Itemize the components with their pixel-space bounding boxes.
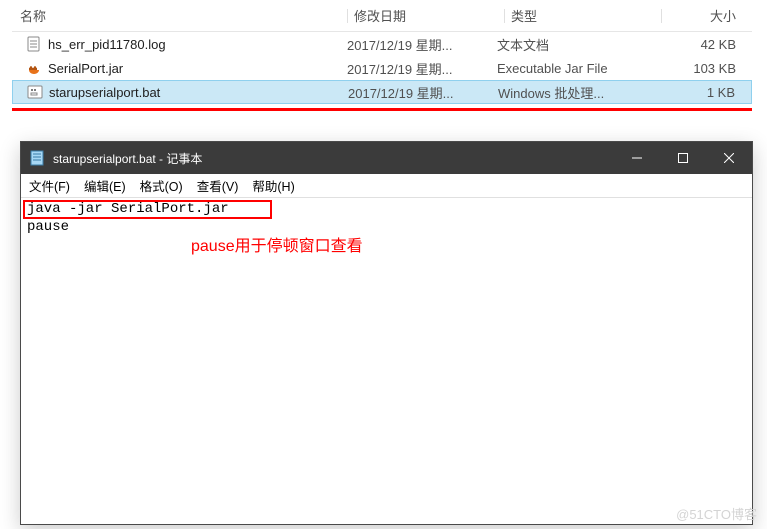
notepad-editor-area[interactable]: java -jar SerialPort.jar pause pause用于停顿… bbox=[21, 198, 752, 524]
file-row-selected[interactable]: starupserialport.bat 2017/12/19 星期... Wi… bbox=[12, 80, 752, 104]
close-button[interactable] bbox=[706, 142, 752, 174]
file-type: Executable Jar File bbox=[497, 61, 647, 76]
column-headers-row: 名称 修改日期 类型 大小 bbox=[12, 6, 752, 32]
notepad-app-icon bbox=[29, 150, 45, 166]
header-size[interactable]: 大小 bbox=[710, 9, 736, 24]
file-size: 42 KB bbox=[647, 37, 752, 52]
file-date: 2017/12/19 星期... bbox=[348, 83, 498, 102]
menu-view[interactable]: 查看(V) bbox=[197, 176, 239, 195]
header-divider bbox=[661, 9, 662, 23]
file-date: 2017/12/19 星期... bbox=[347, 59, 497, 78]
file-size: 1 KB bbox=[648, 85, 751, 100]
menu-help[interactable]: 帮助(H) bbox=[252, 176, 294, 195]
menu-file[interactable]: 文件(F) bbox=[29, 176, 70, 195]
file-row[interactable]: hs_err_pid11780.log 2017/12/19 星期... 文本文… bbox=[12, 32, 752, 56]
file-row[interactable]: SerialPort.jar 2017/12/19 星期... Executab… bbox=[12, 56, 752, 80]
minimize-button[interactable] bbox=[614, 142, 660, 174]
header-divider bbox=[504, 9, 505, 23]
annotation-text: pause用于停顿窗口查看 bbox=[191, 238, 363, 256]
window-title: starupserialport.bat - 记事本 bbox=[53, 150, 614, 167]
file-name: hs_err_pid11780.log bbox=[48, 37, 166, 52]
editor-line: java -jar SerialPort.jar bbox=[25, 200, 748, 218]
menu-edit[interactable]: 编辑(E) bbox=[84, 176, 126, 195]
file-name: SerialPort.jar bbox=[48, 61, 123, 76]
menu-format[interactable]: 格式(O) bbox=[140, 176, 183, 195]
file-type: Windows 批处理... bbox=[498, 83, 648, 102]
header-date[interactable]: 修改日期 bbox=[354, 9, 406, 24]
notepad-menubar: 文件(F) 编辑(E) 格式(O) 查看(V) 帮助(H) bbox=[21, 174, 752, 198]
header-type[interactable]: 类型 bbox=[511, 9, 537, 24]
header-name[interactable]: 名称 bbox=[20, 9, 46, 24]
window-controls bbox=[614, 142, 752, 174]
file-date: 2017/12/19 星期... bbox=[347, 35, 497, 54]
editor-line: pause bbox=[25, 218, 748, 236]
file-explorer-listing: 名称 修改日期 类型 大小 hs_err_pid11780.log 2017/1… bbox=[12, 6, 752, 104]
file-name: starupserialport.bat bbox=[49, 85, 160, 100]
bat-file-icon bbox=[27, 84, 43, 100]
maximize-button[interactable] bbox=[660, 142, 706, 174]
window-titlebar[interactable]: starupserialport.bat - 记事本 bbox=[21, 142, 752, 174]
notepad-window: starupserialport.bat - 记事本 文件(F) 编辑(E) 格… bbox=[20, 141, 753, 525]
file-type: 文本文档 bbox=[497, 35, 647, 54]
annotation-red-underline bbox=[12, 108, 752, 111]
text-file-icon bbox=[26, 36, 42, 52]
jar-file-icon bbox=[26, 60, 42, 76]
header-divider bbox=[347, 9, 348, 23]
file-size: 103 KB bbox=[647, 61, 752, 76]
